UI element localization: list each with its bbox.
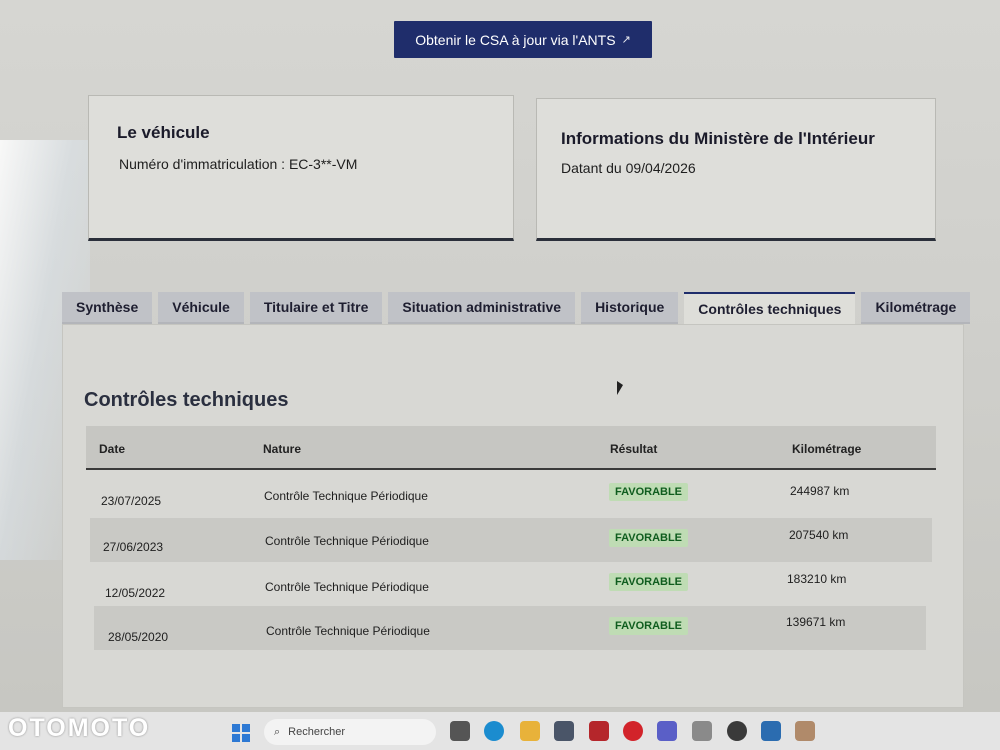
ministry-date: Datant du 09/04/2026: [561, 160, 696, 176]
header-result: Résultat: [610, 442, 658, 456]
tab-vehicule[interactable]: Véhicule: [158, 292, 244, 324]
row-nature: Contrôle Technique Périodique: [265, 534, 429, 548]
chrome-browser-icon[interactable]: [727, 721, 747, 741]
status-badge: FAVORABLE: [609, 573, 689, 591]
tab-label: Titulaire et Titre: [263, 299, 369, 315]
vehicle-card: Le véhicule Numéro d'immatriculation : E…: [88, 95, 514, 241]
vehicle-card-title: Le véhicule: [117, 123, 210, 142]
tab-situation[interactable]: Situation administrative: [388, 292, 576, 324]
row-date: 27/06/2023: [103, 540, 164, 554]
tab-label: Kilométrage: [875, 299, 957, 315]
table-row: 23/07/2025 Contrôle Technique Périodique…: [88, 476, 934, 520]
tab-label: Contrôles techniques: [698, 301, 842, 317]
row-mileage: 244987 km: [790, 484, 850, 498]
table-row: 27/06/2023 Contrôle Technique Périodique…: [90, 518, 932, 562]
otomoto-watermark: OTOMOTO: [8, 714, 151, 742]
tab-label: Synthèse: [76, 299, 139, 315]
mouse-cursor-icon: [617, 381, 623, 395]
table-row: 28/05/2020 Contrôle Technique Périodique…: [94, 606, 926, 650]
tab-label: Historique: [595, 299, 665, 315]
row-mileage: 139671 km: [786, 615, 846, 629]
edge-browser-icon[interactable]: [484, 721, 504, 741]
calculator-icon[interactable]: [795, 721, 815, 741]
tab-label: Situation administrative: [402, 299, 562, 315]
file-explorer-icon[interactable]: [520, 721, 540, 741]
header-nature: Nature: [263, 442, 302, 456]
row-mileage: 183210 km: [787, 572, 847, 586]
status-badge: FAVORABLE: [609, 529, 689, 547]
tab-kilometrage[interactable]: Kilométrage: [861, 292, 971, 324]
windows-start-icon[interactable]: [232, 724, 250, 742]
row-date: 28/05/2020: [108, 630, 169, 644]
row-date: 12/05/2022: [105, 586, 166, 600]
table-row: 12/05/2022 Contrôle Technique Périodique…: [92, 563, 930, 607]
app-icon[interactable]: [589, 721, 609, 741]
header-mileage: Kilométrage: [792, 442, 862, 456]
ministry-card: Informations du Ministère de l'Intérieur…: [536, 98, 936, 241]
app-icon[interactable]: [761, 721, 781, 741]
taskbar-search[interactable]: ⌕ Rechercher: [264, 719, 436, 745]
app-icon[interactable]: [692, 721, 712, 741]
csa-button-label: Obtenir le CSA à jour via l'ANTS: [415, 31, 616, 48]
row-nature: Contrôle Technique Périodique: [265, 580, 429, 594]
table-header: Date Nature Résultat Kilométrage: [86, 426, 936, 470]
tab-bar: Synthèse Véhicule Titulaire et Titre Sit…: [62, 292, 971, 324]
teams-icon[interactable]: [657, 721, 677, 741]
csa-ants-button[interactable]: Obtenir le CSA à jour via l'ANTS ↗: [394, 21, 652, 58]
row-mileage: 207540 km: [789, 528, 849, 542]
search-placeholder: Rechercher: [288, 726, 346, 738]
tab-controles[interactable]: Contrôles techniques: [684, 292, 856, 324]
task-view-icon[interactable]: [450, 721, 470, 741]
ministry-card-title: Informations du Ministère de l'Intérieur: [561, 129, 875, 148]
status-badge: FAVORABLE: [609, 617, 689, 635]
panel-title: Contrôles techniques: [84, 389, 289, 411]
tab-historique[interactable]: Historique: [581, 292, 679, 324]
row-nature: Contrôle Technique Périodique: [266, 624, 430, 638]
row-nature: Contrôle Technique Périodique: [264, 489, 428, 503]
store-icon[interactable]: [554, 721, 574, 741]
status-badge: FAVORABLE: [609, 483, 689, 501]
row-date: 23/07/2025: [101, 494, 162, 508]
external-link-icon: ↗: [621, 34, 631, 46]
opera-browser-icon[interactable]: [623, 721, 643, 741]
header-date: Date: [99, 442, 126, 456]
tab-label: Véhicule: [172, 299, 230, 315]
search-icon: ⌕: [274, 725, 281, 738]
tab-titulaire[interactable]: Titulaire et Titre: [249, 292, 383, 324]
registration-number: Numéro d'immatriculation : EC-3**-VM: [119, 156, 358, 172]
tab-synthese[interactable]: Synthèse: [62, 292, 153, 324]
